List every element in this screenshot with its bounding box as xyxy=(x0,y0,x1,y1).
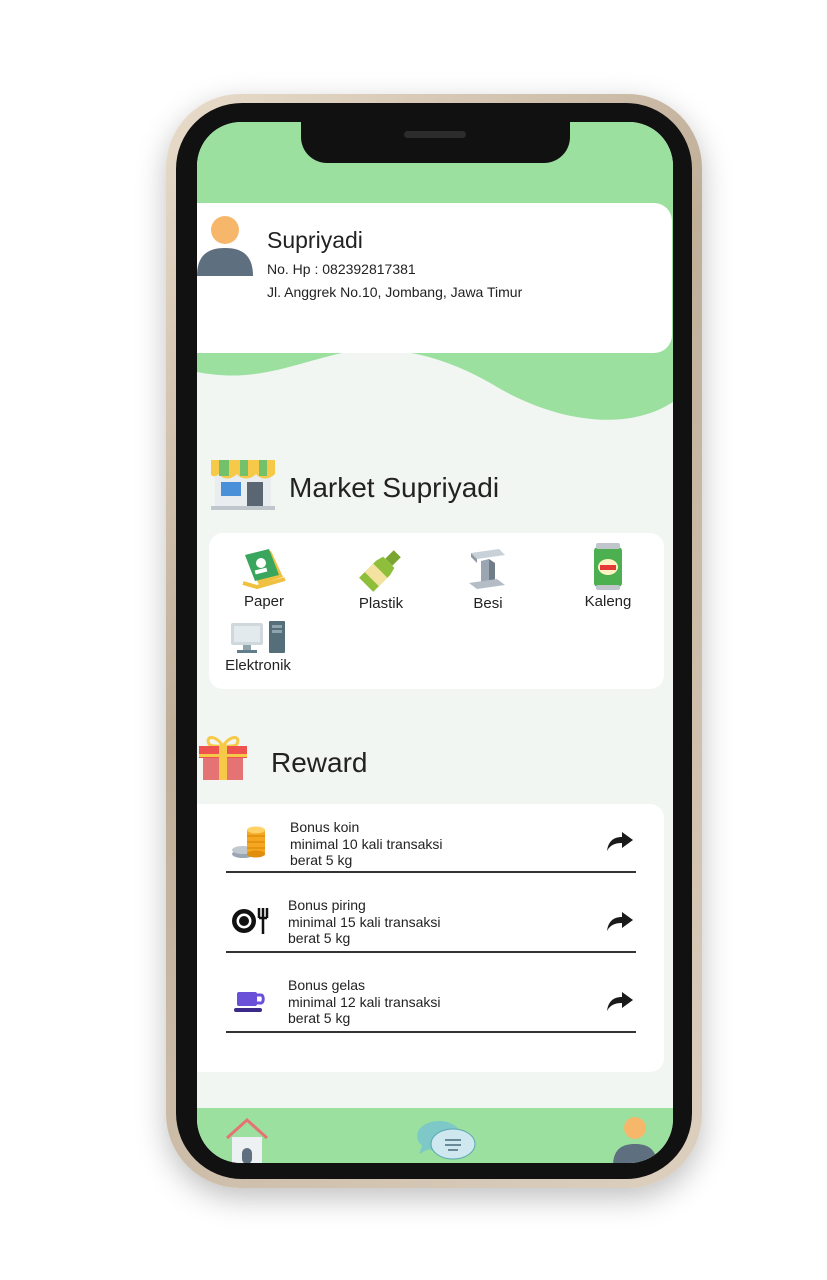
category-paper[interactable]: Paper xyxy=(219,547,309,610)
share-arrow-icon[interactable] xyxy=(606,990,634,1012)
reward-card: Bonus koin minimal 10 kali transaksi ber… xyxy=(197,804,664,1072)
bottom-navigation xyxy=(197,1108,673,1163)
reward-weight: berat 5 kg xyxy=(290,852,353,868)
reward-requirement: minimal 12 kali transaksi xyxy=(288,993,441,1010)
user-phone: No. Hp : 082392817381 xyxy=(267,261,416,277)
category-card: Paper Plastik Besi Kaleng Elektronik xyxy=(209,533,664,689)
phone-notch xyxy=(301,103,570,163)
category-kaleng-label: Kaleng xyxy=(584,593,632,610)
store-icon xyxy=(211,460,275,510)
can-icon xyxy=(594,543,622,590)
plate-icon xyxy=(232,908,269,934)
speaker-grille xyxy=(404,131,466,138)
reward-item-piring[interactable]: Bonus piring minimal 15 kali transaksi b… xyxy=(226,884,636,953)
reward-requirement: minimal 15 kali transaksi xyxy=(288,913,441,930)
cup-icon xyxy=(234,992,265,1012)
category-elektronik-label: Elektronik xyxy=(225,657,291,674)
chat-icon[interactable] xyxy=(415,1118,477,1163)
share-arrow-icon[interactable] xyxy=(606,910,634,932)
market-title: Market Supriyadi xyxy=(289,472,500,503)
reward-text: Bonus koin minimal 10 kali transaksi ber… xyxy=(290,819,443,869)
user-icon[interactable] xyxy=(611,1116,659,1163)
reward-requirement: minimal 10 kali transaksi xyxy=(290,835,443,852)
reward-title-text: Bonus koin xyxy=(290,819,360,835)
reward-weight: berat 5 kg xyxy=(288,1010,351,1026)
user-address: Jl. Anggrek No.10, Jombang, Jawa Timur xyxy=(267,284,523,300)
category-plastik-label: Plastik xyxy=(358,595,404,612)
coins-icon xyxy=(232,826,265,858)
profile-card[interactable]: Supriyadi No. Hp : 082392817381 Jl. Angg… xyxy=(197,203,672,353)
reward-item-gelas[interactable]: Bonus gelas minimal 12 kali transaksi be… xyxy=(226,964,636,1033)
avatar xyxy=(197,216,253,276)
gift-icon xyxy=(199,736,247,780)
reward-title: Reward xyxy=(271,747,368,778)
reward-title-text: Bonus piring xyxy=(288,897,366,913)
reward-text: Bonus piring minimal 15 kali transaksi b… xyxy=(288,897,441,947)
reward-title-text: Bonus gelas xyxy=(288,977,366,993)
paper-icon xyxy=(242,549,286,590)
user-name: Supriyadi xyxy=(267,227,363,253)
home-icon[interactable] xyxy=(223,1116,271,1163)
category-besi-label: Besi xyxy=(473,595,503,612)
category-plastik[interactable]: Plastik xyxy=(336,547,426,612)
bottle-icon xyxy=(359,550,401,592)
computer-icon xyxy=(231,621,285,653)
category-paper-label: Paper xyxy=(243,593,285,610)
category-elektronik[interactable]: Elektronik xyxy=(213,621,303,674)
reward-text: Bonus gelas minimal 12 kali transaksi be… xyxy=(288,977,441,1027)
share-arrow-icon[interactable] xyxy=(606,830,634,852)
reward-item-koin[interactable]: Bonus koin minimal 10 kali transaksi ber… xyxy=(226,804,636,873)
category-kaleng[interactable]: Kaleng xyxy=(563,543,653,610)
iron-beam-icon xyxy=(469,549,505,589)
category-besi[interactable]: Besi xyxy=(443,547,533,612)
app-screen: Supriyadi No. Hp : 082392817381 Jl. Angg… xyxy=(197,122,673,1163)
reward-weight: berat 5 kg xyxy=(288,930,351,946)
